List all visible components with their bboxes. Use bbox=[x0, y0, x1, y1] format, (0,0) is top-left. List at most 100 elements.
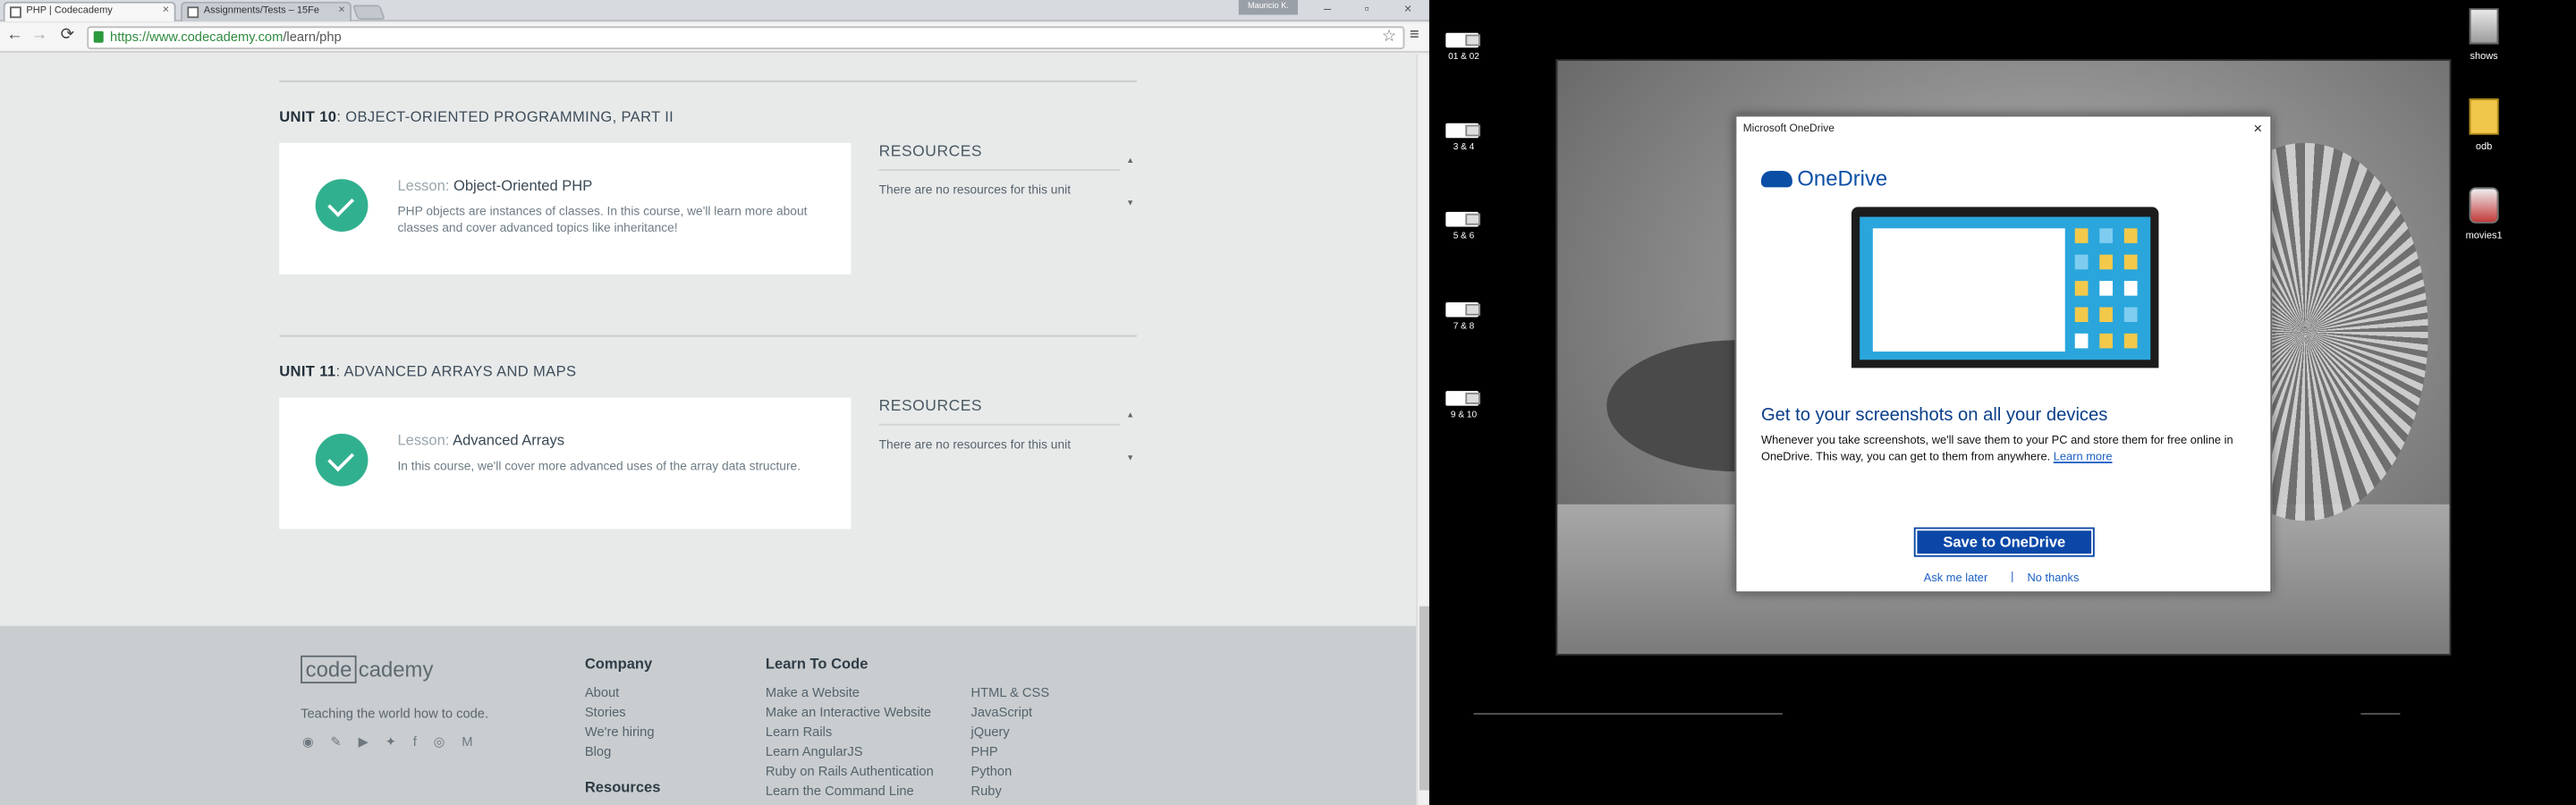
file-tile bbox=[2099, 281, 2113, 296]
file-tile bbox=[2099, 254, 2113, 270]
onedrive-dialog: Microsoft OneDrive × OneDrive Get to you… bbox=[1734, 114, 2273, 594]
file-tile bbox=[2123, 281, 2138, 296]
dialog-title: Microsoft OneDrive bbox=[1742, 123, 1835, 135]
browser-window: PHP | Codecademy × Assignments/Tests – 1… bbox=[0, 0, 1429, 805]
site-footer: code cademy Teaching the world how to cod… bbox=[0, 625, 1417, 805]
social-icons[interactable]: ◉ ✎ ▶ ✦ f ◎ M bbox=[302, 734, 479, 750]
file-tile bbox=[2074, 254, 2089, 270]
footer-link-html-css[interactable]: HTML & CSS bbox=[970, 685, 1049, 700]
footer-link-ruby[interactable]: Ruby bbox=[970, 784, 1001, 799]
chrome-menu-button[interactable]: ≡ bbox=[1410, 26, 1419, 44]
new-tab-button[interactable] bbox=[352, 4, 386, 21]
no-thanks-link[interactable]: No thanks bbox=[2027, 573, 2079, 585]
footer-link-blog[interactable]: Blog bbox=[585, 744, 611, 759]
database-icon[interactable] bbox=[2469, 187, 2499, 224]
reload-button[interactable]: ⟳ bbox=[57, 26, 77, 44]
folder-shortcut-icon[interactable] bbox=[1445, 301, 1480, 318]
back-button[interactable]: ← bbox=[5, 26, 25, 44]
footer-link-rails-auth[interactable]: Ruby on Rails Authentication bbox=[766, 764, 934, 779]
divider bbox=[279, 335, 1137, 337]
cloud-icon bbox=[1760, 171, 1792, 188]
page-content: UNIT 10: OBJECT-ORIENTED PROGRAMMING, PA… bbox=[0, 54, 1417, 805]
file-tile bbox=[2099, 333, 2113, 349]
file-tile bbox=[2123, 254, 2138, 270]
footer-link-jquery[interactable]: jQuery bbox=[970, 724, 1009, 740]
footer-link-about[interactable]: About bbox=[585, 685, 619, 700]
check-icon bbox=[315, 179, 369, 232]
page-scrollbar[interactable] bbox=[1416, 54, 1429, 805]
screenshot-preview bbox=[1872, 228, 2065, 352]
minimize-button[interactable]: – bbox=[1314, 2, 1340, 17]
lesson-card[interactable]: Lesson: Advanced Arrays In this course, … bbox=[279, 397, 852, 530]
browser-toolbar: ← → ⟳ https://www.codecademy.com/learn/p… bbox=[0, 22, 1429, 53]
close-window-button[interactable]: × bbox=[1394, 2, 1420, 17]
desktop-icon-label: 7 & 8 bbox=[1453, 321, 1475, 333]
resources-scrollbar[interactable]: ▲ ▼ bbox=[1123, 140, 1137, 208]
lesson-title[interactable]: Lesson: Advanced Arrays bbox=[397, 432, 564, 448]
lesson-card[interactable]: Lesson: Object-Oriented PHP PHP objects … bbox=[279, 142, 852, 275]
folder-icon[interactable] bbox=[2469, 98, 2499, 135]
file-tile bbox=[2123, 228, 2138, 243]
desktop-icon-label: 5 & 6 bbox=[1453, 231, 1475, 242]
unit-10-title: UNIT 10: OBJECT-ORIENTED PROGRAMMING, PA… bbox=[279, 108, 674, 125]
save-to-onedrive-button[interactable]: Save to OneDrive bbox=[1913, 527, 2095, 557]
profile-badge[interactable]: Mauricio K. bbox=[1238, 0, 1298, 15]
folder-shortcut-icon[interactable] bbox=[1445, 391, 1480, 406]
footer-link-python[interactable]: Python bbox=[970, 764, 1012, 779]
resources-scrollbar[interactable]: ▲ ▼ bbox=[1123, 394, 1137, 463]
ask-me-later-link[interactable]: Ask me later bbox=[1924, 573, 1987, 585]
tab-title: PHP | Codecademy bbox=[26, 6, 113, 17]
divider bbox=[878, 423, 1121, 426]
file-tile bbox=[2099, 228, 2113, 243]
desktop-icon-label: 3 & 4 bbox=[1453, 142, 1475, 153]
dialog-heading: Get to your screenshots on all your devi… bbox=[1760, 405, 2108, 426]
footer-link-javascript[interactable]: JavaScript bbox=[970, 705, 1032, 720]
tab-php-codecademy[interactable]: PHP | Codecademy × bbox=[3, 1, 176, 21]
resources-heading: RESOURCES bbox=[878, 397, 983, 416]
document-icon bbox=[10, 6, 21, 19]
close-icon[interactable]: × bbox=[163, 5, 170, 17]
desktop-icon-label: 01 & 02 bbox=[1448, 52, 1479, 63]
maximize-button[interactable]: ▫ bbox=[1353, 2, 1379, 17]
footer-link-angularjs[interactable]: Learn AngularJS bbox=[766, 744, 863, 759]
close-icon[interactable]: × bbox=[2253, 120, 2262, 136]
company-heading: Company bbox=[584, 655, 653, 673]
url-path: /learn/php bbox=[283, 30, 342, 45]
file-tile bbox=[2099, 307, 2113, 322]
footer-link-rails[interactable]: Learn Rails bbox=[766, 724, 832, 740]
close-icon[interactable]: × bbox=[338, 5, 345, 17]
bookmark-star-icon[interactable]: ☆ bbox=[1382, 28, 1396, 47]
tab-assignments[interactable]: Assignments/Tests – 15Fe × bbox=[181, 1, 352, 21]
desktop-icon-label: odb bbox=[2475, 142, 2493, 153]
file-tile bbox=[2074, 333, 2089, 349]
footer-link-hiring[interactable]: We're hiring bbox=[585, 724, 655, 740]
lock-icon bbox=[93, 30, 104, 43]
resources-text: There are no resources for this unit bbox=[878, 436, 1072, 453]
lesson-title[interactable]: Lesson: Object-Oriented PHP bbox=[397, 177, 592, 193]
onedrive-logo: OneDrive bbox=[1760, 166, 1887, 191]
scrollbar-thumb[interactable] bbox=[1419, 606, 1429, 791]
address-bar[interactable]: https://www.codecademy.com/learn/php ☆ bbox=[87, 26, 1405, 50]
codecademy-logo[interactable]: code cademy bbox=[301, 655, 433, 684]
book-icon bbox=[187, 6, 199, 19]
divider bbox=[279, 80, 1137, 82]
desktop-icon-label: 9 & 10 bbox=[1450, 411, 1478, 421]
folder-shortcut-icon[interactable] bbox=[1445, 123, 1480, 139]
laptop-screen bbox=[1860, 216, 2151, 360]
footer-link-command-line[interactable]: Learn the Command Line bbox=[766, 784, 914, 799]
footer-link-php[interactable]: PHP bbox=[970, 744, 997, 759]
learn-more-link[interactable]: Learn more bbox=[2054, 452, 2113, 463]
tab-strip: PHP | Codecademy × Assignments/Tests – 1… bbox=[0, 0, 1429, 21]
footer-link-make-website[interactable]: Make a Website bbox=[766, 685, 860, 700]
taskbar-divider bbox=[2360, 713, 2401, 715]
footer-link-stories[interactable]: Stories bbox=[585, 705, 626, 720]
tab-title: Assignments/Tests – 15Fe bbox=[203, 6, 320, 17]
resources-text: There are no resources for this unit bbox=[878, 182, 1072, 198]
drive-icon[interactable] bbox=[2469, 8, 2499, 45]
folder-shortcut-icon[interactable] bbox=[1445, 211, 1480, 227]
folder-shortcut-icon[interactable] bbox=[1445, 32, 1480, 48]
lesson-description: In this course, we'll cover more advance… bbox=[397, 458, 801, 473]
forward-button[interactable]: → bbox=[30, 26, 49, 44]
footer-link-interactive-website[interactable]: Make an Interactive Website bbox=[766, 705, 931, 720]
resources-heading: RESOURCES bbox=[878, 142, 983, 161]
